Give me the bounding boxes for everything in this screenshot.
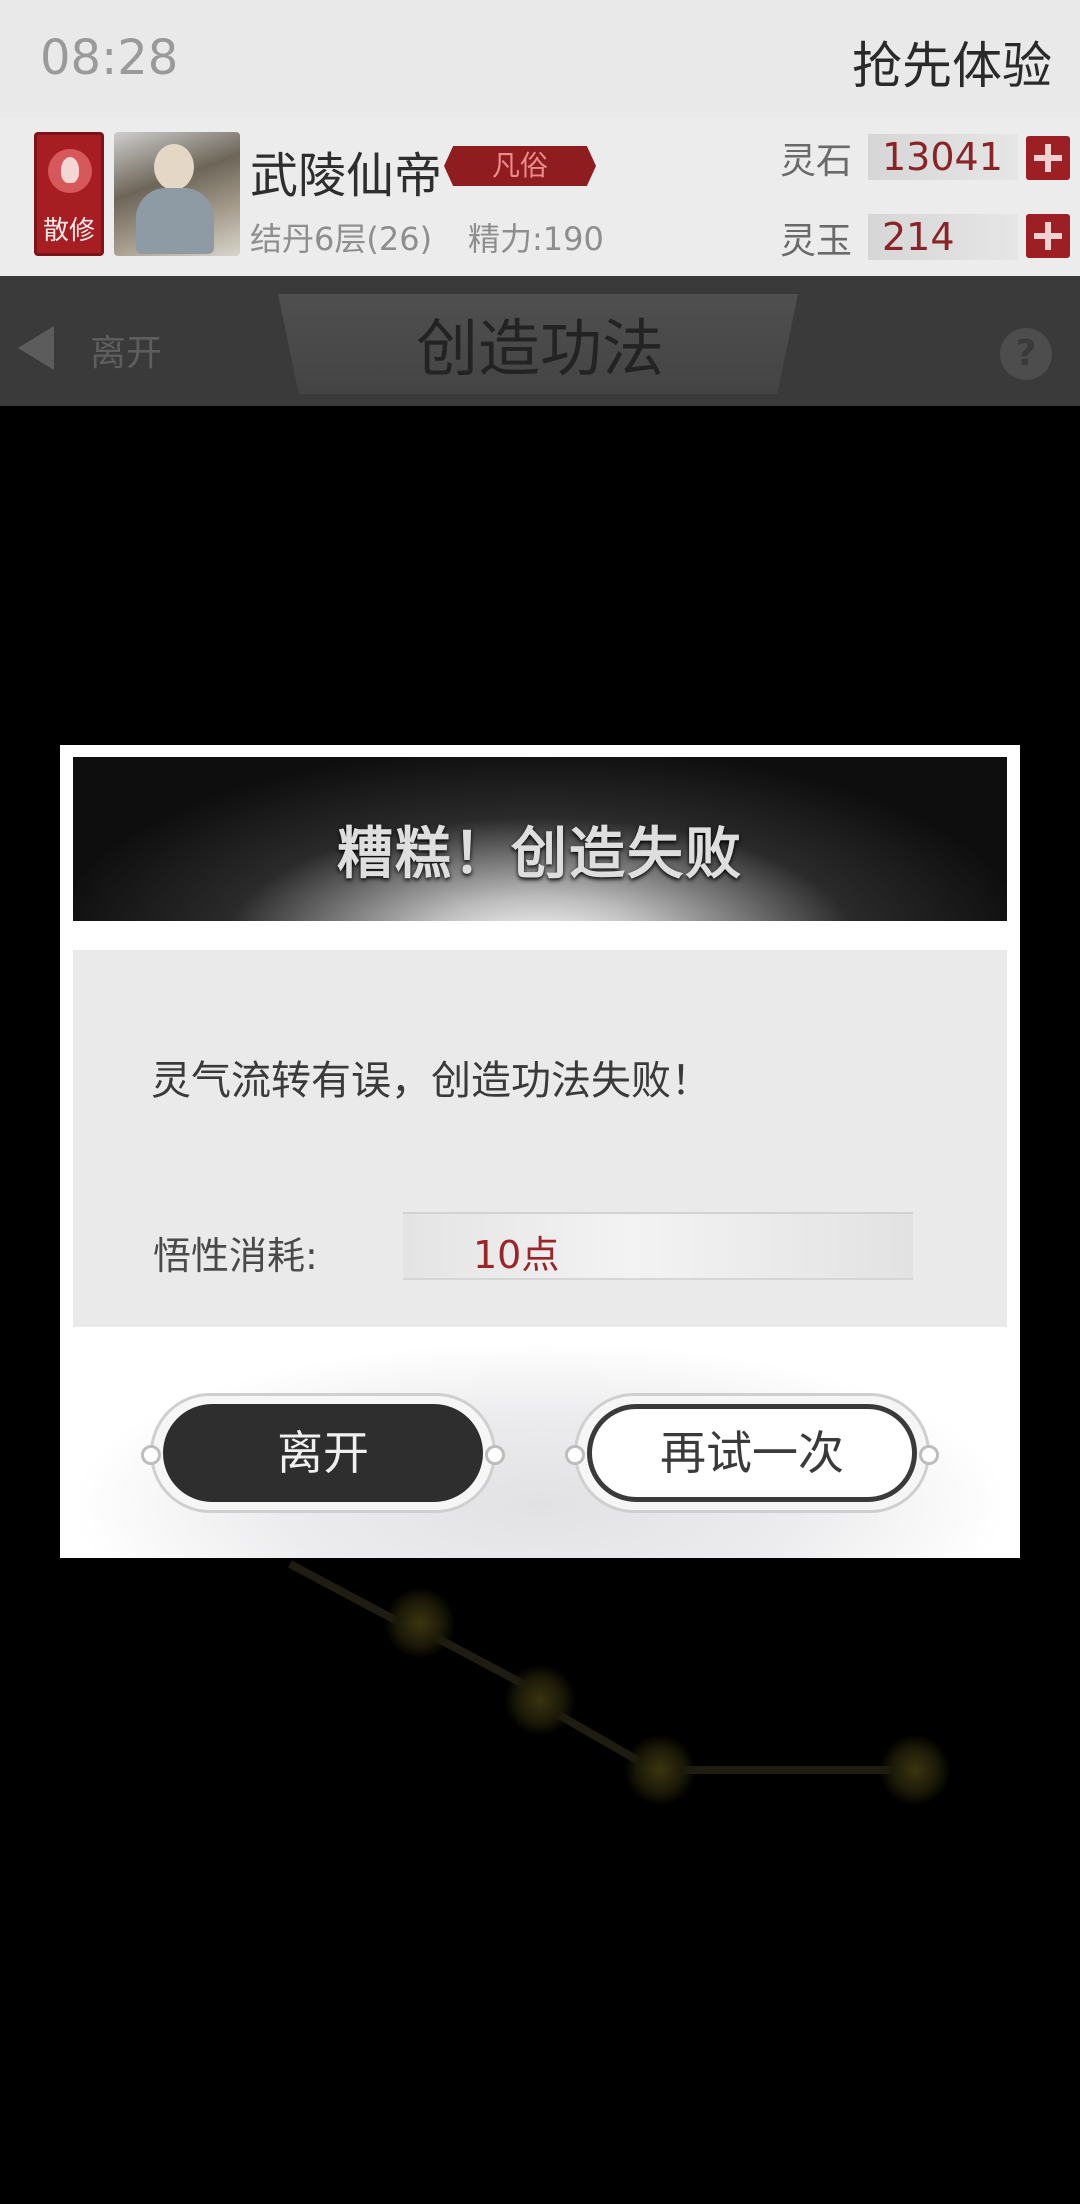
add-spirit-stone-button[interactable] [1026,136,1070,180]
status-bar: 08:28 抢先体验 [0,0,1080,118]
leave-button[interactable]: 离开 [163,1404,483,1502]
spirit-stone-label: 灵石 [780,141,853,182]
meridian-node [880,1735,950,1805]
frame-nub [141,1445,161,1465]
spirit-stone-value: 13041 [868,134,1018,180]
meridian-node [625,1735,695,1805]
frame-nub [919,1445,939,1465]
insight-cost-label: 悟性消耗: [153,1234,318,1278]
player-header: 散修 武陵仙帝 凡俗 结丹6层(26) 精力:190 灵石 13041 灵玉 2… [0,118,1080,276]
spirit-jade-value: 214 [868,214,1018,260]
sect-badge[interactable]: 散修 [34,132,104,256]
retry-button-frame: 再试一次 [565,1393,939,1513]
avatar[interactable] [114,132,240,256]
dialog-header: 糟糕！创造失败 [73,757,1007,921]
retry-button[interactable]: 再试一次 [587,1404,917,1502]
dialog-title: 糟糕！创造失败 [337,822,743,887]
add-spirit-jade-button[interactable] [1026,214,1070,258]
rank-tag: 凡俗 [444,146,596,186]
frame-nub [565,1445,585,1465]
meridian-node [505,1665,575,1735]
failure-message: 灵气流转有误，创造功法失败！ [151,1058,711,1104]
meridian-node [385,1588,455,1658]
frame-nub [485,1445,505,1465]
title-bar: 离开 创造功法 ? [0,276,1080,406]
page-title: 创造功法 [415,312,664,385]
failure-dialog: 糟糕！创造失败 灵气流转有误，创造功法失败！ 悟性消耗: 10点 离开 再试一次 [60,745,1020,1558]
insight-cost-value: 10点 [473,1233,560,1277]
early-access-label[interactable]: 抢先体验 [852,26,1052,98]
meridian-line [660,1766,915,1774]
spirit-jade-label: 灵玉 [780,221,853,262]
sect-badge-label: 散修 [42,216,95,246]
lotus-icon [48,149,92,193]
insight-cost-bar: 10点 [403,1212,913,1280]
help-icon[interactable]: ? [1000,328,1052,380]
dialog-body: 灵气流转有误，创造功法失败！ 悟性消耗: 10点 [73,950,1007,1327]
leave-button-frame: 离开 [141,1393,505,1513]
player-name: 武陵仙帝 [250,148,443,204]
cultivation-realm: 结丹6层(26) [250,220,433,258]
clock: 08:28 [40,30,179,86]
energy-value: 精力:190 [468,220,604,258]
